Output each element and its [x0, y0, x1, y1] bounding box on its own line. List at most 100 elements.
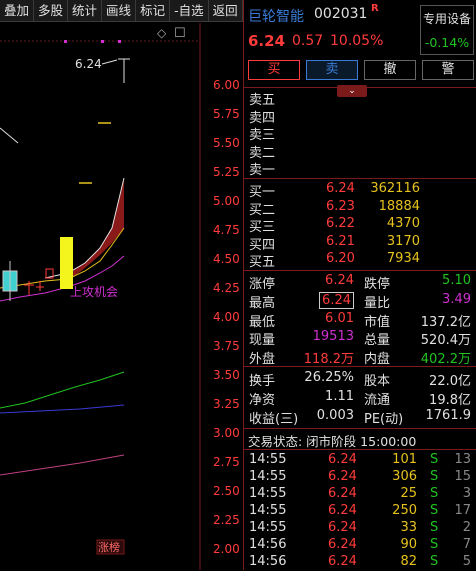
- ask-row[interactable]: 卖四: [244, 107, 476, 126]
- tick-side: S: [430, 520, 439, 535]
- bid-row[interactable]: 买一 6.24 362116: [244, 181, 476, 200]
- bid-row[interactable]: 买四 6.21 3170: [244, 233, 476, 253]
- stat-row[interactable]: 外盘 118.2万 内盘 402.2万: [244, 348, 476, 367]
- bid-row[interactable]: 买三 6.22 4370: [244, 216, 476, 235]
- tick-count: 15: [454, 469, 471, 484]
- tick-row[interactable]: 14:56 6.24 90 S 7: [244, 537, 476, 554]
- alert-button[interactable]: 警: [422, 60, 474, 80]
- stat-value: 3.49: [442, 291, 471, 307]
- stat-value: 1761.9: [425, 408, 472, 423]
- toolbar-remove-watchlist-button[interactable]: -自选: [170, 0, 209, 22]
- quote-panel: 巨轮智能 002031 R 专用设备 -0.14% 6.24 0.57 10.0…: [243, 0, 476, 570]
- stat-row[interactable]: 净资 1.11 流通 19.8亿: [244, 389, 476, 408]
- tick-side: S: [430, 503, 439, 518]
- window-toggle-icon[interactable]: ☐: [174, 26, 186, 41]
- marker-dot: [101, 40, 104, 43]
- bid-price: 6.24: [326, 181, 355, 196]
- tick-side: S: [430, 554, 439, 569]
- bid-volume: 18884: [378, 198, 420, 214]
- stat-value: 6.01: [325, 310, 354, 326]
- price-axis-label: 2.00: [213, 542, 240, 556]
- toolbar-stats-button[interactable]: 统计: [68, 0, 103, 22]
- tick-row[interactable]: 14:55 6.24 306 S 15: [244, 469, 476, 486]
- stat-value: 6.24: [319, 291, 354, 309]
- cancel-order-button[interactable]: 撤: [364, 60, 416, 80]
- toolbar-multistock-button[interactable]: 多股: [34, 0, 69, 22]
- bid-volume: 4370: [386, 216, 420, 231]
- price-change-pct: 10.05%: [330, 33, 384, 49]
- sector-button[interactable]: 专用设备 -0.14%: [420, 5, 474, 55]
- tick-time: 14:55: [249, 520, 287, 535]
- bid-price: 6.21: [326, 233, 355, 249]
- stat-label: 股本: [364, 374, 391, 389]
- diamond-icon[interactable]: ◇: [157, 26, 167, 40]
- stat-row[interactable]: 最高 6.24 量比 3.49: [244, 291, 476, 311]
- tick-row[interactable]: 14:55 6.24 25 S 3: [244, 486, 476, 503]
- kline-chart[interactable]: ◇ ☐ 6.24 上攻机会 涨榜 6.00 5.75 5.50 5.25 5.0…: [0, 23, 242, 570]
- price-change: 0.57: [292, 33, 324, 49]
- tick-count: 2: [462, 520, 471, 535]
- tick-volume: 90: [400, 537, 417, 552]
- stat-label: PE(动): [364, 412, 404, 427]
- stock-code: 002031: [314, 6, 368, 22]
- ask-row[interactable]: 卖三: [244, 124, 476, 143]
- price-axis-label: 5.00: [213, 194, 240, 208]
- tick-volume: 101: [392, 452, 417, 467]
- last-price: 6.24: [248, 32, 286, 50]
- tick-time: 14:55: [249, 486, 287, 501]
- stat-row[interactable]: 最低 6.01 市值 137.2亿: [244, 310, 476, 330]
- stat-row[interactable]: 收益(三) 0.003 PE(动) 1761.9: [244, 408, 476, 427]
- tick-row[interactable]: 14:56 6.24 82 S 5: [244, 554, 476, 571]
- bid-label: 买四: [249, 237, 276, 253]
- bid-label: 买五: [249, 255, 276, 270]
- stock-name[interactable]: 巨轮智能: [248, 6, 304, 26]
- buy-button[interactable]: 买: [248, 60, 300, 80]
- toolbar-back-button[interactable]: 返回: [209, 0, 243, 22]
- bid-row[interactable]: 买二 6.23 18884: [244, 198, 476, 218]
- stat-value: 520.4万: [420, 333, 471, 349]
- trade-buttons: 买 卖 撤 警: [248, 60, 474, 80]
- stat-row[interactable]: 现量 19513 总量 520.4万: [244, 329, 476, 349]
- stat-label: 净资: [249, 393, 276, 408]
- signal-annotation: 上攻机会: [70, 285, 118, 299]
- tick-row[interactable]: 14:55 6.24 101 S 13: [244, 452, 476, 469]
- sell-button[interactable]: 卖: [306, 60, 358, 80]
- bid-row[interactable]: 买五 6.20 7934: [244, 251, 476, 270]
- price-axis-label: 5.50: [213, 136, 240, 150]
- stat-value: 19513: [312, 329, 354, 345]
- tick-row[interactable]: 14:55 6.24 250 S 17: [244, 503, 476, 520]
- price-axis-label: 4.50: [213, 252, 240, 266]
- price-axis-label: 3.25: [213, 397, 240, 411]
- trade-status: 交易状态: 闭市阶段 15:00:00: [248, 434, 417, 449]
- stat-row[interactable]: 换手 26.25% 股本 22.0亿: [244, 370, 476, 389]
- tick-price: 6.24: [328, 537, 357, 552]
- toolbar-overlay-button[interactable]: 叠加: [0, 0, 35, 22]
- tick-time: 14:55: [249, 469, 287, 484]
- ask-row[interactable]: 卖二: [244, 142, 476, 161]
- toolbar-mark-button[interactable]: 标记: [136, 0, 171, 22]
- stat-label: 总量: [364, 333, 391, 349]
- ask-row[interactable]: 卖五: [244, 89, 476, 108]
- stat-value: 137.2亿: [420, 314, 471, 330]
- ask-row[interactable]: 卖一: [244, 159, 476, 178]
- band-area: [68, 178, 124, 281]
- tick-count: 3: [462, 486, 471, 501]
- tick-volume: 82: [400, 554, 417, 569]
- kline-chart-svg[interactable]: ◇ ☐ 6.24 上攻机会 涨榜 6.005.755.505.255.004.7…: [0, 23, 242, 570]
- chart-toolbar: 叠加 多股 统计 画线 标记 -自选 返回: [0, 0, 243, 22]
- stat-value: 5.10: [442, 273, 471, 288]
- tick-price: 6.24: [328, 486, 357, 501]
- stat-row[interactable]: 涨停 6.24 跌停 5.10: [244, 273, 476, 292]
- stat-label: 涨停: [249, 277, 276, 292]
- toolbar-draw-button[interactable]: 画线: [102, 0, 137, 22]
- price-axis-label: 4.75: [213, 223, 240, 237]
- sector-label: 专用设备: [422, 12, 471, 26]
- marker-dot: [64, 40, 67, 43]
- price-axis-label: 2.25: [213, 513, 240, 527]
- stat-label: 现量: [249, 333, 276, 349]
- tick-price: 6.24: [328, 520, 357, 535]
- bid-label: 买二: [249, 202, 276, 218]
- price-axis-label: 6.00: [213, 78, 240, 92]
- tick-row[interactable]: 14:55 6.24 33 S 2: [244, 520, 476, 537]
- rank-tag[interactable]: 涨榜: [98, 540, 120, 554]
